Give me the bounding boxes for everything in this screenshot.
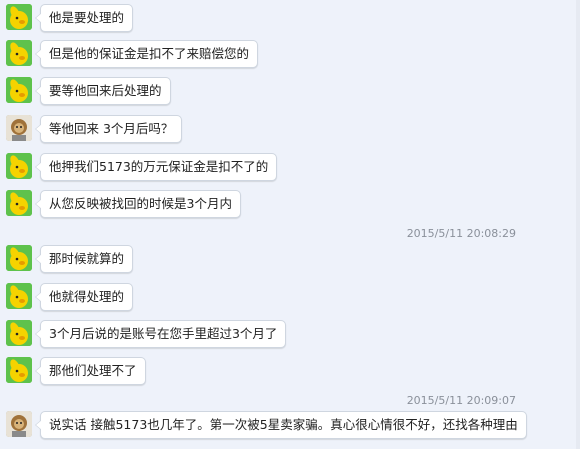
cartoon-dog-icon	[6, 40, 32, 66]
cartoon-dog-icon	[6, 320, 32, 346]
cartoon-dog-icon	[6, 245, 32, 271]
message-bubble: 那时候就算的	[34, 245, 134, 273]
agent-avatar	[6, 77, 32, 103]
cartoon-dog-icon	[6, 283, 32, 309]
timestamp: 2015/5/11 20:08:29	[406, 227, 516, 240]
message-bubble: 3个月后说的是账号在您手里超过3个月了	[34, 320, 287, 348]
user-photo-icon	[6, 411, 32, 437]
agent-avatar	[6, 245, 32, 271]
timestamp: 2015/5/11 20:09:07	[406, 394, 516, 407]
cartoon-dog-icon	[6, 153, 32, 179]
cartoon-dog-icon	[6, 357, 32, 383]
message-bubble: 那他们处理不了	[35, 357, 146, 385]
cartoon-dog-icon	[6, 190, 32, 216]
agent-avatar	[6, 153, 32, 179]
user-avatar	[6, 411, 32, 437]
agent-avatar	[6, 4, 32, 30]
agent-avatar	[6, 283, 32, 309]
agent-avatar	[6, 320, 32, 346]
agent-avatar	[6, 40, 32, 66]
cartoon-dog-icon	[6, 4, 32, 30]
message-bubble: 他就得处理的	[34, 283, 134, 311]
message-bubble: 要等他回来后处理的	[35, 77, 171, 105]
agent-avatar	[6, 357, 32, 383]
message-bubble: 他押我们5173的万元保证金是扣不了的	[34, 153, 278, 181]
message-bubble: 但是他的保证金是扣不了来赔偿您的	[34, 40, 259, 68]
message-bubble: 从您反映被找回的时候是3个月内	[35, 190, 241, 218]
message-bubble: 等他回来 3个月后吗？	[34, 115, 183, 143]
user-avatar	[6, 115, 32, 141]
message-bubble: 他是要处理的	[34, 4, 134, 32]
chat-transcript: 他是要处理的 但是他的保证金是扣不了来赔偿您的 要等他回来后处理的 等他回来 3…	[0, 0, 580, 449]
cartoon-dog-icon	[6, 77, 32, 103]
agent-avatar	[6, 190, 32, 216]
user-photo-icon	[6, 115, 32, 141]
scrollbar[interactable]	[576, 0, 580, 449]
message-bubble: 说实话 接触5173也几年了。第一次被5星卖家骗。真心很心情很不好，还找各种理由	[35, 411, 527, 439]
